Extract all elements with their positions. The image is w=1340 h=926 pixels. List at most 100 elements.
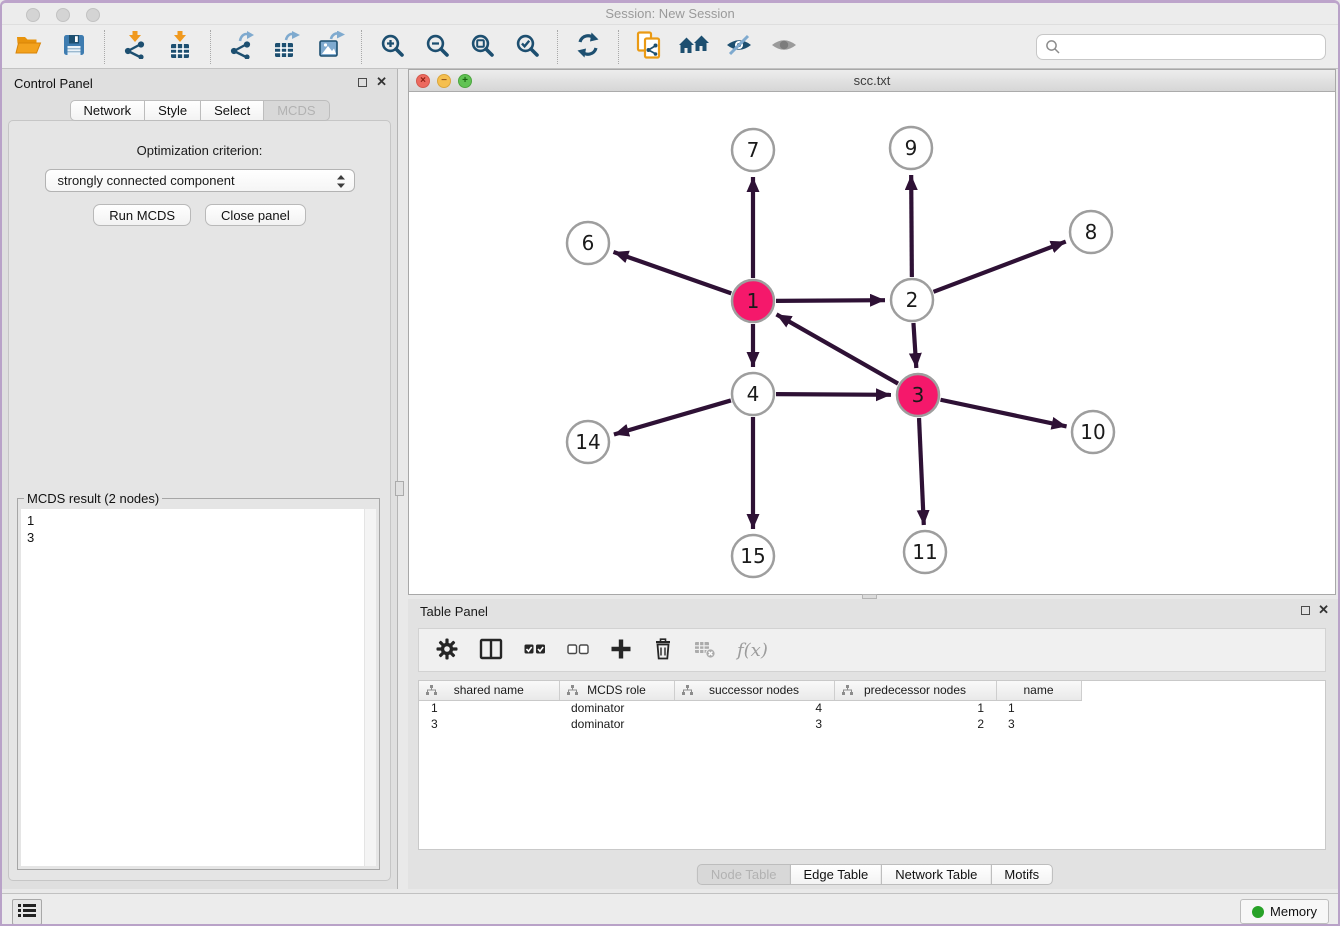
table-cell[interactable]: dominator [559, 716, 674, 732]
home-button[interactable] [675, 28, 713, 66]
node-label-10: 10 [1080, 420, 1105, 444]
table-cell[interactable]: 2 [834, 716, 996, 732]
tab-mcds[interactable]: MCDS [263, 100, 329, 121]
edge-2-3[interactable] [913, 323, 916, 368]
table-panel: Table Panel ✕ f(x) shared nameMCDS roles… [408, 599, 1340, 889]
edge-1-2[interactable] [776, 300, 885, 301]
tab-motifs[interactable]: Motifs [990, 864, 1053, 885]
run-mcds-button[interactable]: Run MCDS [93, 204, 191, 226]
show-column-button[interactable] [479, 636, 503, 664]
list-icon [18, 903, 36, 921]
column-header-predecessor-nodes[interactable]: predecessor nodes [834, 681, 996, 700]
edge-3-1[interactable] [776, 314, 898, 383]
attribute-tree-icon [682, 685, 693, 699]
export-table-button[interactable] [267, 28, 305, 66]
import-table-button[interactable] [161, 28, 199, 66]
tab-style[interactable]: Style [144, 100, 201, 121]
edge-2-9[interactable] [911, 175, 912, 277]
tab-edge-table[interactable]: Edge Table [789, 864, 882, 885]
refresh-icon [575, 32, 601, 61]
column-header-name[interactable]: name [996, 681, 1081, 700]
tab-network-table[interactable]: Network Table [881, 864, 991, 885]
node-label-4: 4 [747, 382, 760, 406]
node-label-15: 15 [740, 544, 765, 568]
delete-column-button[interactable] [653, 636, 673, 664]
control-panel-title: Control Panel [14, 76, 93, 91]
main-titlebar: Session: New Session [2, 3, 1338, 25]
close-table-panel-icon[interactable]: ✕ [1318, 603, 1329, 617]
node-label-6: 6 [582, 231, 595, 255]
table-cell[interactable]: 3 [419, 716, 559, 732]
criterion-select[interactable]: strongly connected component [45, 169, 355, 192]
select-all-columns-button[interactable] [524, 636, 546, 664]
open-session-button[interactable] [10, 28, 48, 66]
open-folder-icon [15, 33, 43, 60]
attribute-tree-icon [842, 685, 853, 699]
network-graph: 7968124314101511 [409, 92, 1337, 596]
toolbar-separator [104, 30, 105, 64]
table-cell[interactable]: 1 [996, 700, 1081, 716]
import-network-icon [122, 31, 148, 62]
close-panel-button[interactable]: Close panel [205, 204, 306, 226]
columns-icon [479, 638, 503, 663]
control-panel: Control Panel ✕ NetworkStyleSelectMCDS O… [2, 69, 398, 889]
search-input[interactable] [1036, 34, 1326, 60]
float-panel-icon[interactable] [358, 78, 367, 87]
unselect-all-columns-button[interactable] [567, 636, 589, 664]
memory-button[interactable]: Memory [1240, 899, 1329, 924]
hide-panel-button[interactable] [720, 28, 758, 66]
network-canvas[interactable]: 7968124314101511 [409, 92, 1335, 594]
zoom-in-button[interactable] [373, 28, 411, 66]
table-settings-button[interactable] [436, 636, 458, 664]
close-panel-icon[interactable]: ✕ [376, 75, 387, 89]
table-panel-title: Table Panel [420, 604, 488, 619]
column-header-successor-nodes[interactable]: successor nodes [674, 681, 834, 700]
import-network-button[interactable] [116, 28, 154, 66]
edge-3-11[interactable] [919, 418, 924, 525]
edge-3-10[interactable] [941, 400, 1067, 427]
unchecked-boxes-icon [567, 638, 589, 663]
function-builder-button[interactable]: f(x) [737, 636, 768, 664]
node-label-14: 14 [575, 430, 600, 454]
table-row[interactable]: 1dominator411 [419, 700, 1081, 716]
float-table-panel-icon[interactable] [1301, 606, 1310, 615]
edge-2-8[interactable] [934, 242, 1066, 292]
plus-icon [610, 638, 632, 663]
table-cell[interactable]: 4 [674, 700, 834, 716]
table-cell[interactable]: 3 [996, 716, 1081, 732]
table-cell[interactable]: 3 [674, 716, 834, 732]
memory-label: Memory [1270, 904, 1317, 919]
refresh-button[interactable] [569, 28, 607, 66]
delete-table-button[interactable] [694, 636, 716, 664]
save-session-button[interactable] [55, 28, 93, 66]
toolbar-separator [557, 30, 558, 64]
clone-network-button[interactable] [630, 28, 668, 66]
column-header-shared-name[interactable]: shared name [419, 681, 559, 700]
zoom-fit-button[interactable] [463, 28, 501, 66]
create-column-button[interactable] [610, 636, 632, 664]
export-network-button[interactable] [222, 28, 260, 66]
task-history-button[interactable] [12, 899, 42, 925]
tab-select[interactable]: Select [200, 100, 264, 121]
show-panel-button[interactable] [765, 28, 803, 66]
tab-node-table[interactable]: Node Table [697, 864, 791, 885]
panel-divider-grip[interactable] [395, 481, 404, 496]
edge-4-14[interactable] [614, 400, 731, 434]
column-header-mcds-role[interactable]: MCDS role [559, 681, 674, 700]
table-cell[interactable]: 1 [834, 700, 996, 716]
table-cell[interactable]: 1 [419, 700, 559, 716]
zoom-in-icon [380, 33, 405, 61]
zoom-out-button[interactable] [418, 28, 456, 66]
result-scrollbar[interactable] [364, 509, 376, 866]
node-label-1: 1 [747, 289, 760, 313]
edge-1-6[interactable] [613, 252, 731, 293]
export-image-button[interactable] [312, 28, 350, 66]
table-row[interactable]: 3dominator323 [419, 716, 1081, 732]
table-cell[interactable]: dominator [559, 700, 674, 716]
export-image-icon [317, 31, 345, 62]
zoom-selected-button[interactable] [508, 28, 546, 66]
tab-network[interactable]: Network [69, 100, 145, 121]
edge-4-3[interactable] [776, 394, 891, 395]
zoom-fit-icon [470, 33, 495, 61]
mcds-result-title: MCDS result (2 nodes) [24, 491, 162, 506]
